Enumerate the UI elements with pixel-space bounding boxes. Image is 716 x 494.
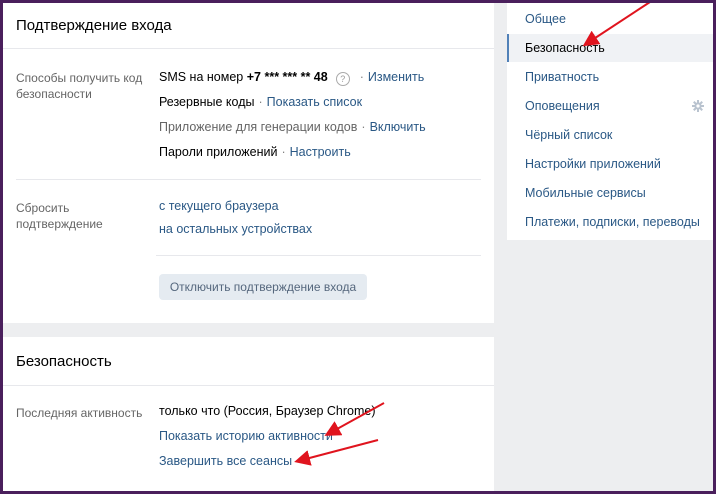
separator: · [258, 95, 263, 109]
last-activity-label: Последняя активность [16, 406, 143, 420]
configure-link[interactable]: Настроить [290, 145, 351, 159]
backup-codes-label: Резервные коды [159, 95, 255, 109]
separator: · [359, 70, 364, 84]
reset-label: Сбросить подтверждение [16, 201, 103, 231]
sms-row: SMS на номер +7 *** *** ** 48? · Изменить [159, 70, 424, 86]
login-confirmation-card: Подтверждение входа Способы получить код… [3, 3, 494, 323]
menu-item-mobile-services[interactable]: Мобильные сервисы [507, 179, 713, 207]
menu-item-payments[interactable]: Платежи, подписки, переводы [507, 208, 713, 236]
menu-item-app-settings[interactable]: Настройки приложений [507, 150, 713, 178]
menu-item-label: Чёрный список [525, 128, 613, 142]
separator: · [281, 145, 286, 159]
change-link[interactable]: Изменить [368, 70, 424, 84]
menu-item-label: Настройки приложений [525, 157, 661, 171]
sms-number: +7 *** *** ** 48 [246, 70, 328, 84]
menu-item-privacy[interactable]: Приватность [507, 63, 713, 91]
separator: · [361, 120, 366, 134]
disable-confirmation-button[interactable]: Отключить подтверждение входа [159, 274, 367, 300]
enable-link[interactable]: Включить [370, 120, 426, 134]
reset-current-browser-link[interactable]: с текущего браузера [159, 199, 279, 213]
question-icon[interactable]: ? [335, 72, 350, 86]
end-all-sessions-link[interactable]: Завершить все сеансы [159, 454, 292, 468]
reset-other-devices-link[interactable]: на остальных устройствах [159, 222, 312, 236]
menu-item-blacklist[interactable]: Чёрный список [507, 121, 713, 149]
app-passwords-label: Пароли приложений [159, 145, 278, 159]
show-list-link[interactable]: Показать список [267, 95, 362, 109]
menu-item-label: Безопасность [525, 41, 605, 55]
settings-menu: Общее Безопасность Приватность Оповещени… [507, 3, 713, 240]
menu-item-label: Приватность [525, 70, 600, 84]
security-card: Безопасность Последняя активность только… [3, 337, 494, 491]
app-passwords-row: Пароли приложений · Настроить [159, 145, 351, 159]
sms-prefix: SMS на номер [159, 70, 244, 84]
menu-item-notifications[interactable]: Оповещения [507, 92, 713, 120]
gear-icon[interactable] [692, 100, 704, 112]
methods-label: Способы получить код безопасности [16, 71, 143, 101]
section-title: Безопасность [16, 353, 112, 370]
menu-item-label: Мобильные сервисы [525, 186, 646, 200]
divider [16, 179, 481, 180]
page-title: Подтверждение входа [16, 17, 172, 34]
menu-item-label: Оповещения [525, 99, 600, 113]
divider [156, 255, 481, 256]
card-header: Безопасность [3, 337, 494, 386]
last-activity-value: только что (Россия, Браузер Chrome) [159, 404, 376, 418]
menu-item-label: Платежи, подписки, переводы [525, 215, 700, 229]
backup-codes-row: Резервные коды · Показать список [159, 95, 362, 109]
menu-item-label: Общее [525, 12, 566, 26]
app-codes-label: Приложение для генерации кодов [159, 120, 358, 134]
card-header: Подтверждение входа [3, 3, 494, 49]
app-codes-row: Приложение для генерации кодов · Включить [159, 120, 426, 134]
show-activity-history-link[interactable]: Показать историю активности [159, 429, 333, 443]
menu-item-general[interactable]: Общее [507, 5, 713, 33]
menu-item-security[interactable]: Безопасность [507, 34, 713, 62]
